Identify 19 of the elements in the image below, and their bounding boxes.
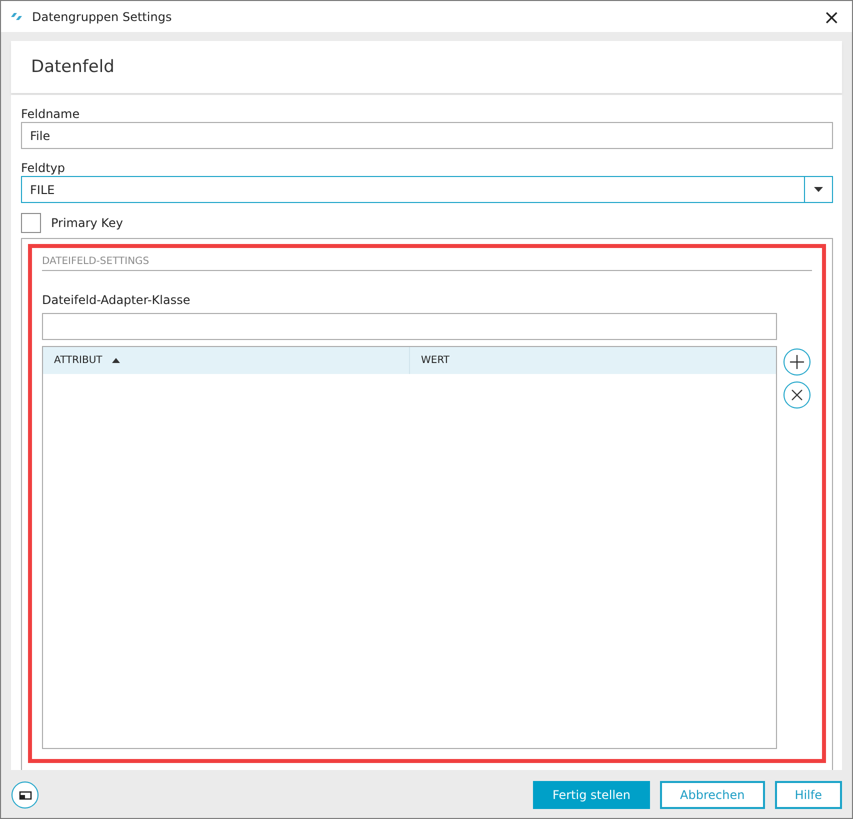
caret-icon — [814, 187, 823, 192]
column-header[interactable]: WERT — [410, 347, 776, 374]
app-logo-icon — [11, 12, 23, 20]
field-label: Dateifeld-Adapter-Klasse — [42, 293, 192, 307]
add-icon[interactable] — [783, 348, 811, 376]
checkbox[interactable] — [21, 213, 41, 233]
checkbox-label: Primary Key — [51, 216, 123, 230]
window-layout-icon[interactable] — [11, 780, 39, 808]
remove-icon[interactable] — [783, 381, 811, 409]
close-button[interactable]: × — [821, 6, 842, 26]
field-label: Feldtyp — [21, 161, 66, 175]
input-field[interactable] — [42, 313, 777, 340]
header-title: Datenfeld — [31, 57, 114, 77]
window-title: Datengruppen Settings — [32, 10, 173, 24]
section-title: DATEIFELD-SETTINGS — [42, 256, 150, 267]
dropdown-field[interactable]: FILE — [21, 176, 833, 203]
column-header[interactable]: ATTRIBUT — [43, 347, 410, 374]
field-label: Feldname — [21, 107, 81, 121]
input-field[interactable]: File — [21, 122, 833, 149]
